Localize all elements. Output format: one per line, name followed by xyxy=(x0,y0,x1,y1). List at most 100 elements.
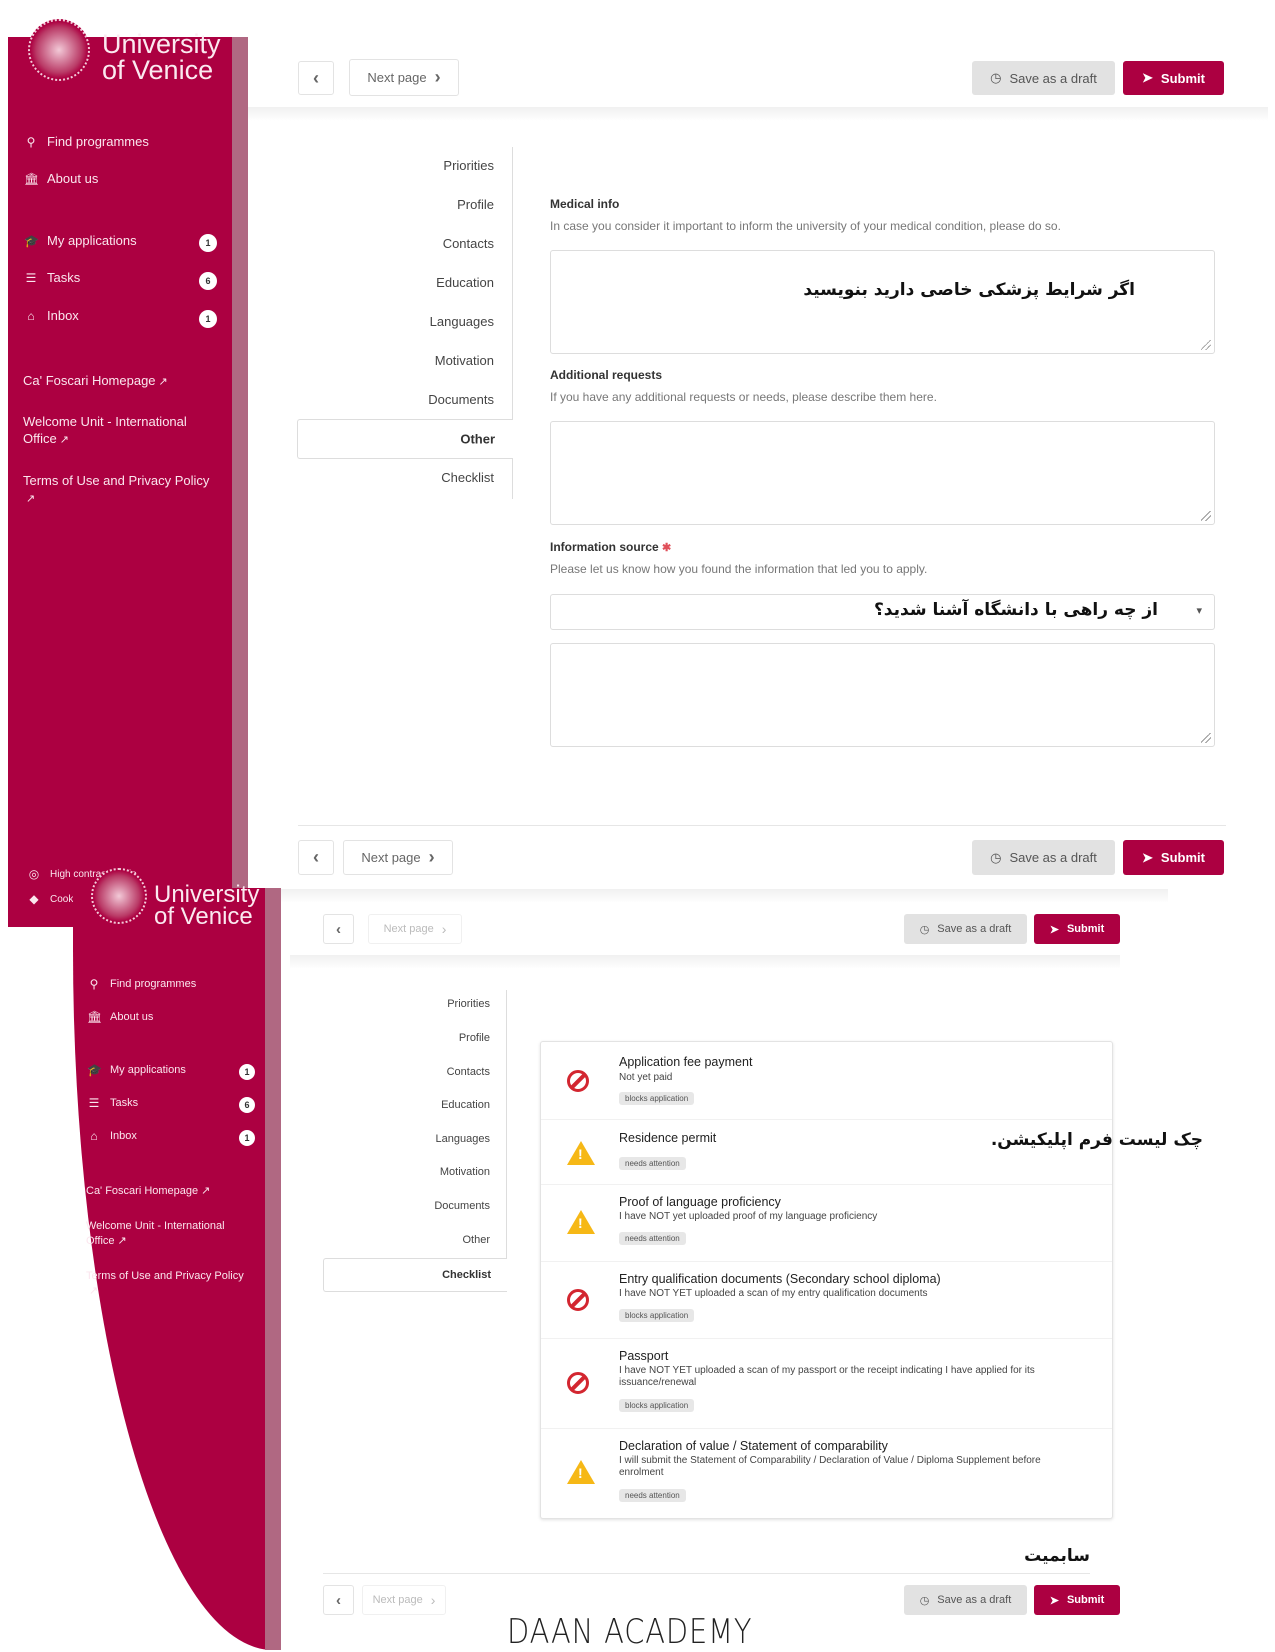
toolbar-shadow xyxy=(248,889,1168,903)
previous-page-button[interactable]: ‹ xyxy=(323,914,354,944)
status-badge: blocks application xyxy=(619,1092,695,1105)
brand-name[interactable]: University of Venice xyxy=(154,883,259,930)
nav-my-applications[interactable]: 🎓 My applications xyxy=(24,233,137,248)
medical-info-label: Medical info xyxy=(550,197,620,211)
tab-profile[interactable]: Profile xyxy=(457,197,494,212)
tab-profile[interactable]: Profile xyxy=(459,1032,490,1044)
link-terms-privacy[interactable]: Terms of Use and Privacy Policy ↗ xyxy=(86,1269,256,1299)
link-label: Welcome Unit - International Office xyxy=(23,414,187,446)
information-source-details-textarea[interactable] xyxy=(550,643,1215,747)
next-page-button-disabled[interactable]: Next page › xyxy=(368,914,462,944)
link-welcome-unit[interactable]: Welcome Unit - International Office ↗ xyxy=(23,413,213,449)
paper-plane-icon: ➤ xyxy=(1049,923,1059,936)
tab-documents[interactable]: Documents xyxy=(428,392,494,407)
previous-page-button-bottom[interactable]: ‹ xyxy=(298,840,334,875)
resize-handle-icon[interactable] xyxy=(1201,511,1211,521)
information-source-help: Please let us know how you found the inf… xyxy=(550,562,928,576)
next-page-button-bottom[interactable]: Next page › xyxy=(343,840,453,875)
link-ca-foscari-homepage[interactable]: Ca' Foscari Homepage ↗ xyxy=(23,372,213,391)
submit-button[interactable]: ➤ Submit xyxy=(1123,61,1224,95)
previous-page-button-bottom[interactable]: ‹ xyxy=(323,1585,354,1615)
resize-handle-icon[interactable] xyxy=(1201,733,1211,743)
nav-label: My applications xyxy=(110,1064,186,1076)
tab-motivation[interactable]: Motivation xyxy=(440,1166,490,1178)
inbox-icon: ⌂ xyxy=(27,308,35,323)
information-source-annotation: از چه راهی با دانشگاه آشنا شدید؟ xyxy=(873,600,1158,620)
checklist-item-fee[interactable]: Application fee payment Not yet paid blo… xyxy=(541,1042,1112,1120)
checklist-item-language[interactable]: ! Proof of language proficiency I have N… xyxy=(541,1184,1112,1262)
nav-label: Tasks xyxy=(47,270,81,285)
institution-icon: 🏛 xyxy=(87,1010,103,1024)
nav-inbox[interactable]: ⌂ Inbox xyxy=(24,308,78,323)
save-draft-button[interactable]: ◷ Save as a draft xyxy=(972,61,1115,95)
warning-icon: ! xyxy=(567,1210,595,1234)
brand-name[interactable]: University of Venice xyxy=(102,31,221,84)
link-terms-privacy[interactable]: Terms of Use and Privacy Policy ↗ xyxy=(23,472,213,508)
save-draft-button-bottom[interactable]: ◷ Save as a draft xyxy=(972,840,1115,875)
chevron-right-icon: › xyxy=(428,847,435,867)
tab-other[interactable]: Other xyxy=(297,419,513,459)
resize-handle-icon[interactable] xyxy=(1201,340,1211,350)
tab-contacts[interactable]: Contacts xyxy=(447,1066,490,1078)
external-link-icon: ↗ xyxy=(201,1185,211,1197)
tab-education[interactable]: Education xyxy=(441,1099,490,1111)
blocked-icon xyxy=(567,1070,589,1092)
sidebar-scrollbar[interactable] xyxy=(232,37,248,927)
link-ca-foscari-homepage[interactable]: Ca' Foscari Homepage ↗ xyxy=(86,1184,256,1199)
step-tabs: Priorities Profile Contacts Education La… xyxy=(323,990,507,1290)
tab-checklist[interactable]: Checklist xyxy=(323,1258,507,1292)
next-page-label: Next page xyxy=(361,850,421,865)
link-welcome-unit[interactable]: Welcome Unit - International Office ↗ xyxy=(86,1219,246,1249)
checklist-item-title: Residence permit xyxy=(619,1131,717,1145)
institution-icon: 🏛 xyxy=(24,171,40,186)
nav-find-programmes[interactable]: ⚲ Find programmes xyxy=(24,134,149,149)
save-draft-label: Save as a draft xyxy=(937,923,1012,935)
next-page-label: Next page xyxy=(367,70,427,85)
previous-page-button[interactable]: ‹ xyxy=(298,61,334,95)
brand-line-2: of Venice xyxy=(154,903,253,930)
checklist-item-declaration[interactable]: ! Declaration of value / Statement of co… xyxy=(541,1428,1112,1518)
submit-button[interactable]: ➤ Submit xyxy=(1034,914,1120,944)
nav-my-applications[interactable]: 🎓 My applications xyxy=(87,1063,186,1077)
save-draft-button[interactable]: ◷ Save as a draft xyxy=(904,914,1027,944)
nav-label: About us xyxy=(47,171,99,186)
submit-button-bottom[interactable]: ➤ Submit xyxy=(1034,1585,1120,1615)
save-draft-button-bottom[interactable]: ◷ Save as a draft xyxy=(904,1585,1027,1615)
link-label: Terms of Use and Privacy Policy xyxy=(86,1270,244,1282)
status-badge: blocks application xyxy=(619,1399,695,1412)
tab-languages[interactable]: Languages xyxy=(436,1133,490,1145)
next-page-button[interactable]: Next page › xyxy=(349,59,459,96)
checklist-item-residence[interactable]: ! Residence permit needs attention xyxy=(541,1119,1112,1185)
tab-documents[interactable]: Documents xyxy=(434,1200,490,1212)
tab-other[interactable]: Other xyxy=(462,1234,490,1246)
checklist-item-passport[interactable]: Passport I have NOT YET uploaded a scan … xyxy=(541,1338,1112,1429)
nav-about-us[interactable]: 🏛 About us xyxy=(24,171,98,186)
tab-contacts[interactable]: Contacts xyxy=(443,236,494,251)
nav-find-programmes[interactable]: ⚲ Find programmes xyxy=(87,977,197,991)
tab-education[interactable]: Education xyxy=(436,275,494,290)
additional-requests-textarea[interactable] xyxy=(550,421,1215,525)
chevron-left-icon: ‹ xyxy=(313,67,319,88)
checklist-item-entry-qualification[interactable]: Entry qualification documents (Secondary… xyxy=(541,1261,1112,1339)
checklist-item-title: Application fee payment xyxy=(619,1055,753,1069)
nav-inbox[interactable]: ⌂ Inbox xyxy=(87,1129,137,1143)
tab-checklist[interactable]: Checklist xyxy=(441,470,494,485)
submit-button-bottom[interactable]: ➤ Submit xyxy=(1123,840,1224,875)
nav-tasks[interactable]: ☰ Tasks xyxy=(24,270,81,285)
medical-info-textarea[interactable] xyxy=(550,250,1215,354)
external-link-icon: ↗ xyxy=(89,1285,99,1297)
clock-icon: ◷ xyxy=(990,849,1002,865)
external-link-icon: ↗ xyxy=(59,434,69,446)
tab-priorities[interactable]: Priorities xyxy=(443,158,494,173)
next-page-button-disabled-bottom[interactable]: Next page › xyxy=(362,1585,446,1615)
checklist-card: Application fee payment Not yet paid blo… xyxy=(540,1041,1113,1519)
cookie-settings[interactable]: ◆ Cook xyxy=(27,892,73,906)
checklist-annotation: چک لیست فرم اپلیکیشن. xyxy=(990,1130,1203,1150)
sidebar-scrollbar[interactable] xyxy=(265,888,281,1650)
tab-priorities[interactable]: Priorities xyxy=(447,998,490,1010)
nav-about-us[interactable]: 🏛 About us xyxy=(87,1010,153,1024)
tab-motivation[interactable]: Motivation xyxy=(435,353,494,368)
nav-tasks[interactable]: ☰ Tasks xyxy=(87,1096,139,1110)
tab-languages[interactable]: Languages xyxy=(430,314,494,329)
applications-count-badge: 1 xyxy=(199,234,217,252)
